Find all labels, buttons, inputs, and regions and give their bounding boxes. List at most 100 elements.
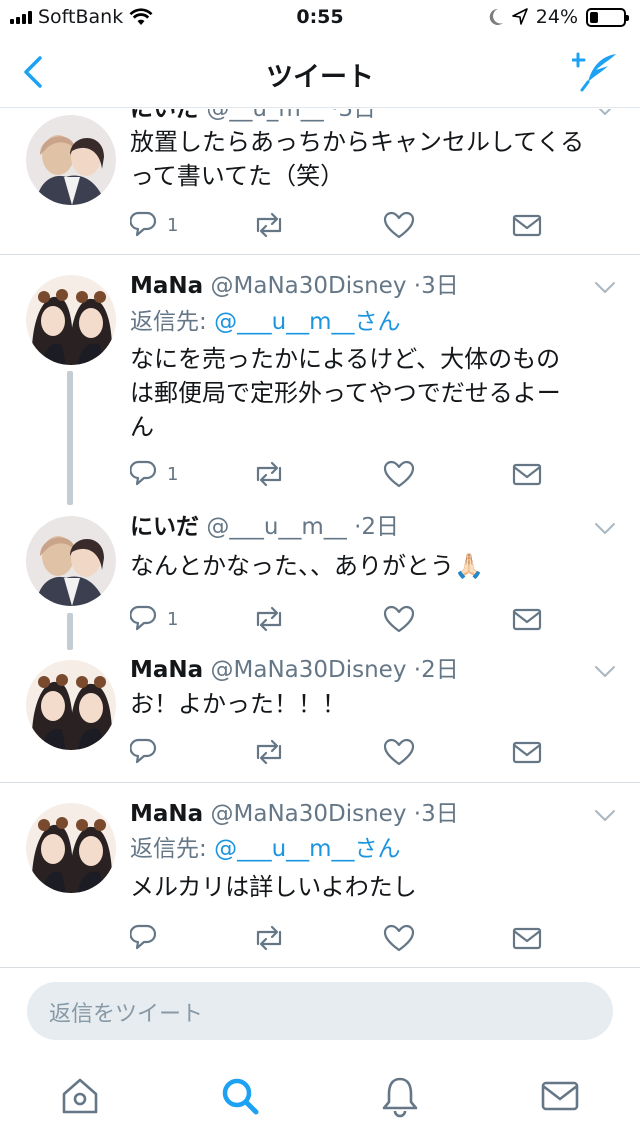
chevron-down-icon[interactable]	[594, 665, 616, 679]
reply-count: 1	[167, 608, 179, 630]
username[interactable]: @MaNa30Disney	[211, 657, 407, 683]
home-icon[interactable]	[58, 1074, 102, 1118]
tweet-actions: 1	[130, 209, 550, 241]
notifications-icon[interactable]	[378, 1074, 422, 1118]
reply-count: 1	[167, 463, 179, 485]
reply-icon	[130, 924, 157, 950]
location-arrow-icon	[511, 8, 528, 25]
avatar[interactable]	[26, 803, 116, 893]
tweet-time-separator: ·	[413, 801, 422, 827]
share-dm-button[interactable]	[510, 736, 544, 768]
avatar[interactable]	[26, 115, 116, 205]
display-name[interactable]: にいだ	[130, 514, 199, 540]
display-name[interactable]: MaNa	[130, 801, 203, 827]
tweet-text-line: メルカリは詳しいよわたし	[130, 873, 417, 901]
battery-icon	[586, 7, 629, 27]
share-dm-button[interactable]	[510, 458, 544, 490]
tweet-header: MaNa @MaNa30Disney ·3日	[130, 798, 459, 830]
reply-button[interactable]: 1	[130, 209, 178, 241]
envelope-icon	[512, 608, 542, 631]
retweet-icon	[256, 925, 282, 951]
tweet-actions	[130, 736, 550, 768]
username[interactable]: @MaNa30Disney	[211, 273, 407, 299]
search-icon[interactable]	[218, 1074, 262, 1118]
retweet-button[interactable]	[252, 736, 286, 768]
like-button[interactable]	[382, 458, 416, 490]
username[interactable]: @__u_m__	[206, 109, 323, 122]
tweet-time: 2日	[361, 514, 400, 540]
tweet[interactable]: MaNa @MaNa30Disney ·3日 返信先: @___u__m__さん…	[0, 255, 640, 505]
tweet[interactable]: にいだ @___u__m__ ·2日 なんとかなった、、ありがとう🙏🏻 1	[0, 505, 640, 650]
messages-icon[interactable]	[538, 1074, 582, 1118]
share-dm-button[interactable]	[510, 209, 544, 241]
tweet[interactable]: MaNa @MaNa30Disney ·3日 返信先: @___u__m__さん…	[0, 783, 640, 968]
envelope-icon	[512, 741, 542, 764]
share-dm-button[interactable]	[510, 922, 544, 954]
retweet-button[interactable]	[252, 603, 286, 635]
display-name[interactable]: MaNa	[130, 273, 203, 299]
status-right: 24%	[488, 6, 629, 28]
username[interactable]: @MaNa30Disney	[211, 801, 407, 827]
reply-button[interactable]	[130, 736, 167, 768]
tweet-time: 2日	[421, 657, 459, 683]
chevron-down-icon[interactable]	[594, 109, 616, 117]
chevron-down-icon[interactable]	[594, 281, 616, 295]
avatar[interactable]	[26, 660, 116, 750]
tab-bar	[0, 1060, 640, 1138]
composer-placeholder: 返信をツイート	[49, 1002, 204, 1027]
tweet-actions	[130, 922, 550, 954]
tweet-text-line: お！よかった！！！	[130, 690, 346, 718]
avatar[interactable]	[26, 516, 116, 606]
like-button[interactable]	[382, 736, 416, 768]
tweet-text: 放置したらあっちからキャンセルしてくる って書いてた（笑）	[130, 125, 622, 193]
tweet-text-line: なんとかなった、、ありがとう🙏🏻	[130, 552, 484, 580]
display-name[interactable]: MaNa	[130, 657, 203, 683]
tweet-text: なんとかなった、、ありがとう🙏🏻	[130, 549, 622, 583]
retweet-icon	[256, 606, 282, 632]
tweet[interactable]: MaNa @MaNa30Disney ·2日 お！よかった！！！	[0, 650, 640, 783]
reply-button[interactable]: 1	[130, 603, 178, 635]
retweet-icon	[256, 461, 282, 487]
like-button[interactable]	[382, 209, 416, 241]
tweet-time-separator: ·	[413, 657, 422, 683]
tweet-header: MaNa @MaNa30Disney ·3日	[130, 270, 459, 302]
tweet[interactable]: にいだ @__u_m__ ·3日 放置したらあっちからキャンセルしてくる って書…	[0, 109, 640, 255]
tweet-time: 3日	[421, 801, 459, 827]
reply-label: 返信先:	[130, 309, 207, 335]
tweet-text: お！よかった！！！	[130, 687, 622, 721]
like-button[interactable]	[382, 922, 416, 954]
retweet-button[interactable]	[252, 209, 286, 241]
envelope-icon	[512, 927, 542, 950]
retweet-icon	[256, 212, 282, 238]
tweet-header: にいだ @__u_m__ ·3日	[130, 109, 376, 125]
nav-bar: ツイート	[0, 36, 640, 108]
retweet-button[interactable]	[252, 922, 286, 954]
heart-icon	[383, 924, 415, 952]
share-dm-button[interactable]	[510, 603, 544, 635]
reply-mention-link[interactable]: @___u__m__さん	[214, 836, 400, 862]
reply-label: 返信先:	[130, 836, 207, 862]
tweet-time-separator: ·	[413, 273, 422, 299]
thread-line	[67, 371, 73, 505]
tweet-time: 3日	[338, 109, 377, 122]
reply-button[interactable]	[130, 922, 167, 954]
battery-percent: 24%	[535, 6, 578, 28]
moon-icon	[489, 8, 503, 25]
username[interactable]: @___u__m__	[206, 514, 346, 540]
tweet-text-line: 放置したらあっちからキャンセルしてくる	[130, 128, 585, 156]
display-name[interactable]: にいだ	[130, 109, 199, 122]
like-button[interactable]	[382, 603, 416, 635]
chevron-down-icon[interactable]	[594, 522, 616, 536]
reply-composer-input[interactable]: 返信をツイート	[27, 982, 613, 1040]
tweet-header: MaNa @MaNa30Disney ·2日	[130, 654, 459, 686]
chevron-down-icon[interactable]	[594, 809, 616, 823]
tweet-text-line: ん	[130, 413, 154, 441]
retweet-button[interactable]	[252, 458, 286, 490]
reply-mention-link[interactable]: @___u__m__さん	[214, 309, 400, 335]
reply-button[interactable]: 1	[130, 458, 178, 490]
heart-icon	[383, 211, 415, 239]
compose-tweet-icon[interactable]	[572, 52, 618, 92]
heart-icon	[383, 605, 415, 633]
avatar[interactable]	[26, 275, 116, 365]
reply-context: 返信先: @___u__m__さん	[130, 833, 401, 865]
